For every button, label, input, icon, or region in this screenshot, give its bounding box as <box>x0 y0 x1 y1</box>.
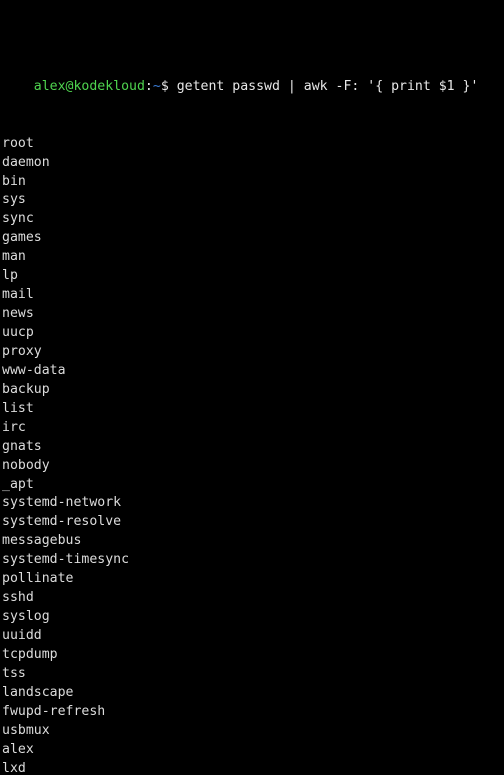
output-line-text: uucp <box>2 325 34 341</box>
output-line: gnats <box>2 438 504 457</box>
output-line-text: pollinate <box>2 571 74 587</box>
output-line-text: backup <box>2 381 50 397</box>
output-line: man <box>2 248 504 267</box>
output-line: irc <box>2 419 504 438</box>
output-line: sys <box>2 191 504 210</box>
output-line: systemd-resolve <box>2 513 504 532</box>
output-line-text: gnats <box>2 438 42 454</box>
output-line: bin <box>2 173 504 192</box>
output-line-text: tss <box>2 665 26 681</box>
output-line-text: usbmux <box>2 722 50 738</box>
output-line: news <box>2 305 504 324</box>
output-line: sync <box>2 210 504 229</box>
output-line: proxy <box>2 343 504 362</box>
output-line: backup <box>2 381 504 400</box>
output-line: uucp <box>2 324 504 343</box>
output-line-text: fwupd-refresh <box>2 703 106 719</box>
prompt-path: ~ <box>152 78 161 94</box>
output-line-text: lxd <box>2 760 26 775</box>
output-line-text: syslog <box>2 609 50 625</box>
output-line: games <box>2 229 504 248</box>
terminal-screen[interactable]: alex@kodekloud:~$ getent passwd | awk -F… <box>0 0 504 775</box>
output-line-text: sys <box>2 192 26 208</box>
output-line: systemd-timesync <box>2 551 504 570</box>
output-line: tss <box>2 665 504 684</box>
output-line: _apt <box>2 476 504 495</box>
output-line-text: list <box>2 400 34 416</box>
output-line-text: daemon <box>2 154 50 170</box>
output-line: usbmux <box>2 722 504 741</box>
output-line: alex <box>2 741 504 760</box>
output-line-text: systemd-timesync <box>2 552 130 568</box>
output-line: uuidd <box>2 627 504 646</box>
prompt-colon: : <box>144 78 153 94</box>
prompt-user-host: alex@kodekloud <box>33 78 145 94</box>
output-line-text: root <box>2 135 34 151</box>
output-line-text: systemd-resolve <box>2 514 122 530</box>
output-line-text: systemd-network <box>2 495 122 511</box>
output-line-text: nobody <box>2 457 50 473</box>
output-line-text: mail <box>2 287 34 303</box>
output-line-text: lp <box>2 268 18 284</box>
output-line-text: landscape <box>2 684 74 700</box>
output-line: syslog <box>2 608 504 627</box>
command-prompt-line: alex@kodekloud:~$ getent passwd | awk -F… <box>2 59 504 94</box>
output-line: mail <box>2 286 504 305</box>
output-line: nobody <box>2 457 504 476</box>
output-line-text: uuidd <box>2 628 42 644</box>
output-line-text: bin <box>2 173 26 189</box>
output-line: lxd <box>2 760 504 775</box>
prompt-dollar: $ <box>160 78 169 94</box>
output-line: tcpdump <box>2 646 504 665</box>
output-line: messagebus <box>2 532 504 551</box>
output-line: www-data <box>2 362 504 381</box>
output-line: landscape <box>2 684 504 703</box>
output-line-text: sync <box>2 211 34 227</box>
output-line-text: man <box>2 249 26 265</box>
output-line-text: messagebus <box>2 533 82 549</box>
output-line-text: _apt <box>2 476 34 492</box>
output-line: list <box>2 400 504 419</box>
output-line-text: sshd <box>2 590 34 606</box>
output-line-text: tcpdump <box>2 646 58 662</box>
output-line-text: irc <box>2 419 26 435</box>
command-text: getent passwd | awk -F: '{ print $1 }' <box>168 78 479 94</box>
output-line-text: www-data <box>2 362 66 378</box>
output-line: daemon <box>2 154 504 173</box>
output-line: systemd-network <box>2 494 504 513</box>
output-line: fwupd-refresh <box>2 703 504 722</box>
output-line-text: games <box>2 230 42 246</box>
output-line: root <box>2 135 504 154</box>
output-line: pollinate <box>2 570 504 589</box>
output-line: lp <box>2 267 504 286</box>
output-line-text: news <box>2 306 34 322</box>
output-line-text: alex <box>2 741 34 757</box>
output-line: sshd <box>2 589 504 608</box>
output-line-text: proxy <box>2 343 42 359</box>
command-output: root daemon bin sys sync games man lp mail news uu… <box>2 135 504 775</box>
